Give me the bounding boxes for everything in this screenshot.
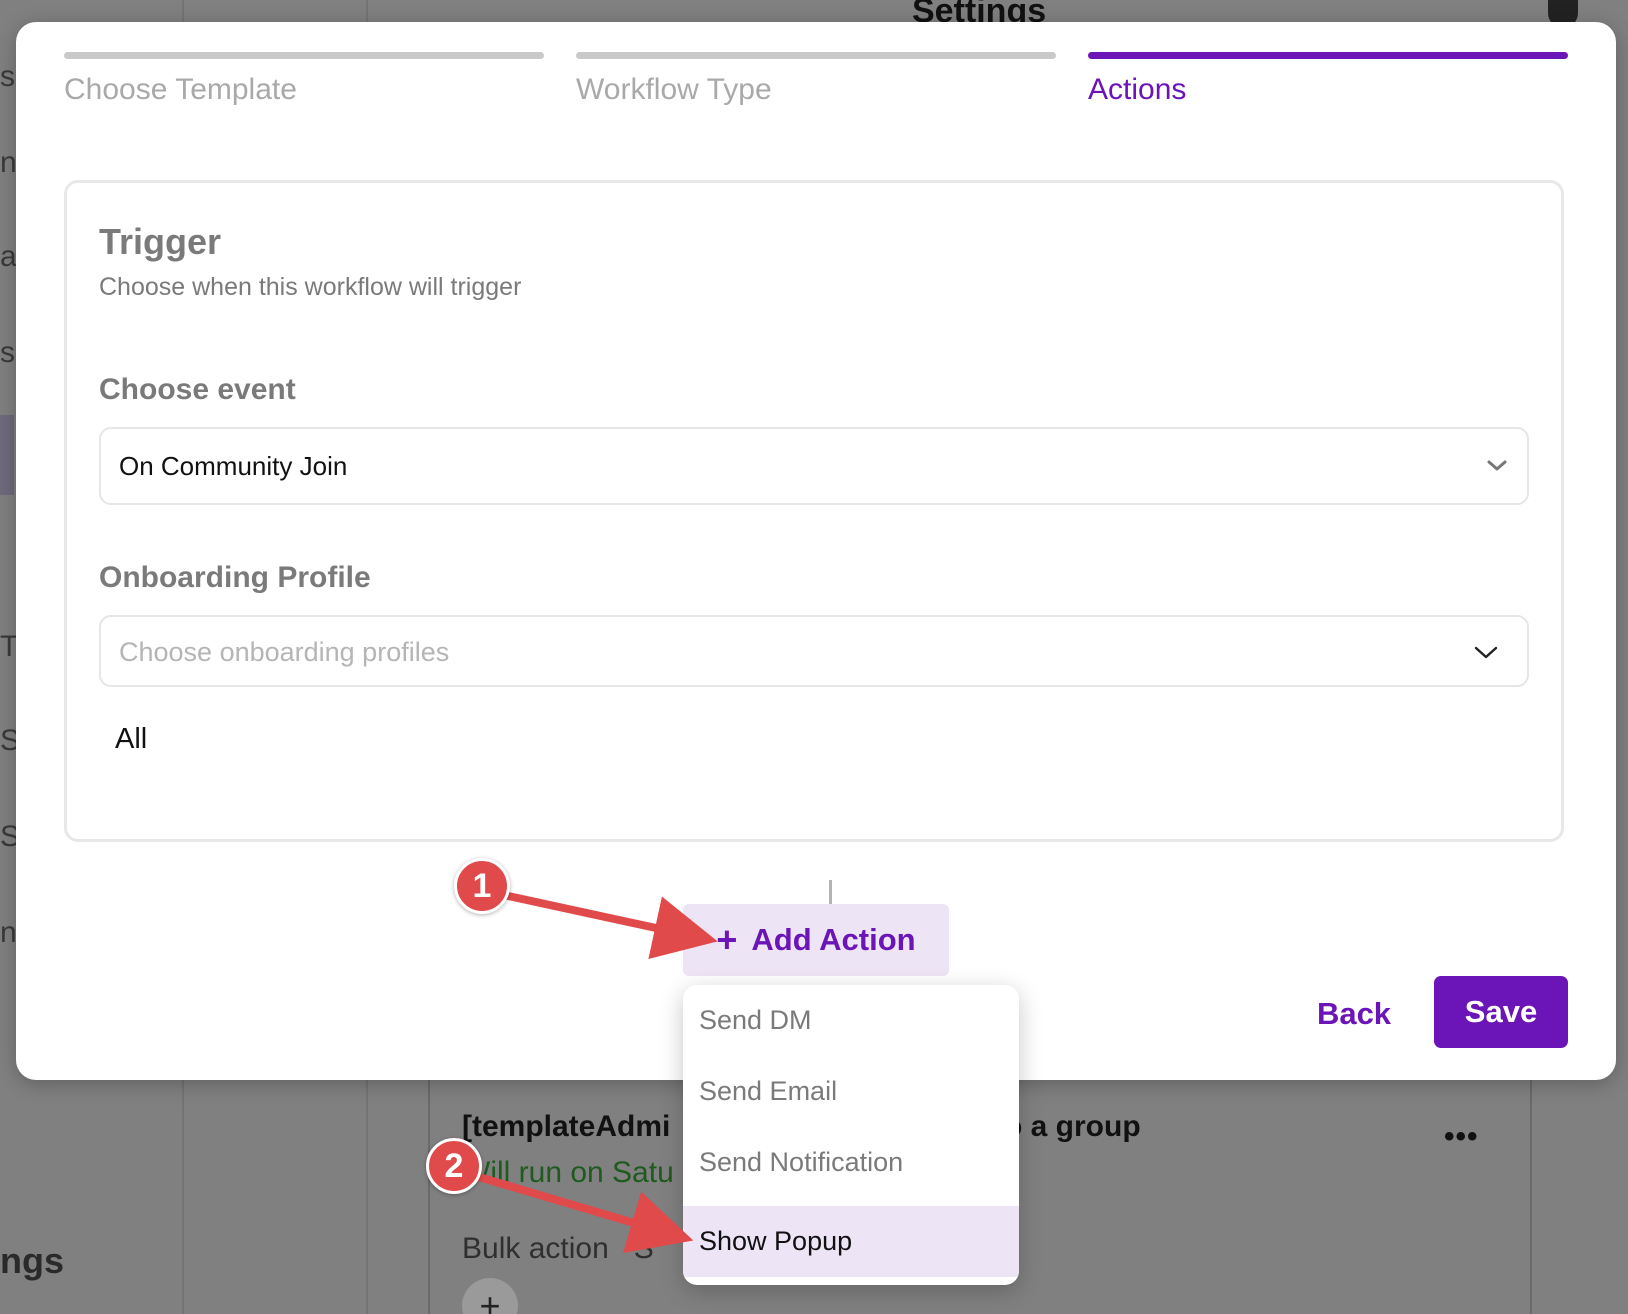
- annotation-badge-2: 2: [426, 1138, 482, 1194]
- onboarding-profile-label: Onboarding Profile: [99, 561, 371, 594]
- plus-icon: +: [716, 919, 738, 960]
- annotation-badge-1: 1: [454, 858, 510, 914]
- background-card-title: [templateAdmi: [462, 1110, 671, 1143]
- chevron-down-icon: [1487, 460, 1507, 471]
- onboarding-profile-placeholder: Choose onboarding profiles: [119, 637, 450, 667]
- step-progress-bar: [64, 52, 544, 59]
- trigger-title: Trigger: [99, 221, 222, 262]
- choose-event-label: Choose event: [99, 373, 296, 406]
- background-card-schedule: Will run on Satu: [462, 1156, 674, 1189]
- trigger-section: Trigger Choose when this workflow will t…: [64, 180, 1564, 842]
- chevron-down-icon: [1474, 646, 1498, 659]
- background-sidebar-fragment: s: [0, 60, 15, 93]
- trigger-subtitle: Choose when this workflow will trigger: [99, 273, 522, 301]
- add-action-label: Add Action: [751, 922, 916, 957]
- step-choose-template[interactable]: Choose Template: [64, 52, 544, 107]
- bulk-label-text: Bulk action: [462, 1232, 609, 1265]
- background-sidebar-fragment: s: [0, 336, 15, 369]
- step-label: Choose Template: [64, 73, 297, 106]
- background-card-bulk-label: Bulk action S: [462, 1232, 654, 1266]
- menu-item-send-email[interactable]: Send Email: [683, 1056, 1019, 1127]
- step-workflow-type[interactable]: Workflow Type: [576, 52, 1056, 107]
- menu-item-show-popup[interactable]: Show Popup: [683, 1206, 1019, 1277]
- background-sidebar-active: [0, 415, 14, 495]
- choose-event-select[interactable]: On Community Join: [99, 427, 1529, 505]
- back-button[interactable]: Back: [1300, 986, 1408, 1042]
- onboarding-profile-select[interactable]: Choose onboarding profiles: [99, 615, 1529, 687]
- step-label: Actions: [1088, 73, 1187, 106]
- background-sidebar-fragment: n: [0, 916, 17, 949]
- menu-item-send-notification[interactable]: Send Notification: [683, 1127, 1019, 1198]
- step-actions[interactable]: Actions: [1088, 52, 1568, 107]
- more-options-icon: •••: [1444, 1120, 1479, 1153]
- onboarding-profile-selected: All: [115, 723, 148, 755]
- add-action-button[interactable]: + Add Action: [683, 904, 949, 976]
- background-sidebar-fragment: n: [0, 146, 17, 179]
- save-button[interactable]: Save: [1434, 976, 1568, 1048]
- step-label: Workflow Type: [576, 73, 772, 106]
- step-progress-bar: [576, 52, 1056, 59]
- choose-event-value: On Community Join: [119, 451, 348, 481]
- step-progress-bar: [1088, 52, 1568, 59]
- background-sidebar-fragment: a: [0, 240, 17, 273]
- background-card-title-end: o a group: [1004, 1110, 1141, 1143]
- menu-item-send-dm[interactable]: Send DM: [683, 985, 1019, 1056]
- action-type-menu: Send DM Send Email Send Notification Sho…: [683, 985, 1019, 1285]
- background-sidebar-heading: ngs: [0, 1240, 65, 1281]
- bulk-label-fragment: S: [633, 1232, 654, 1265]
